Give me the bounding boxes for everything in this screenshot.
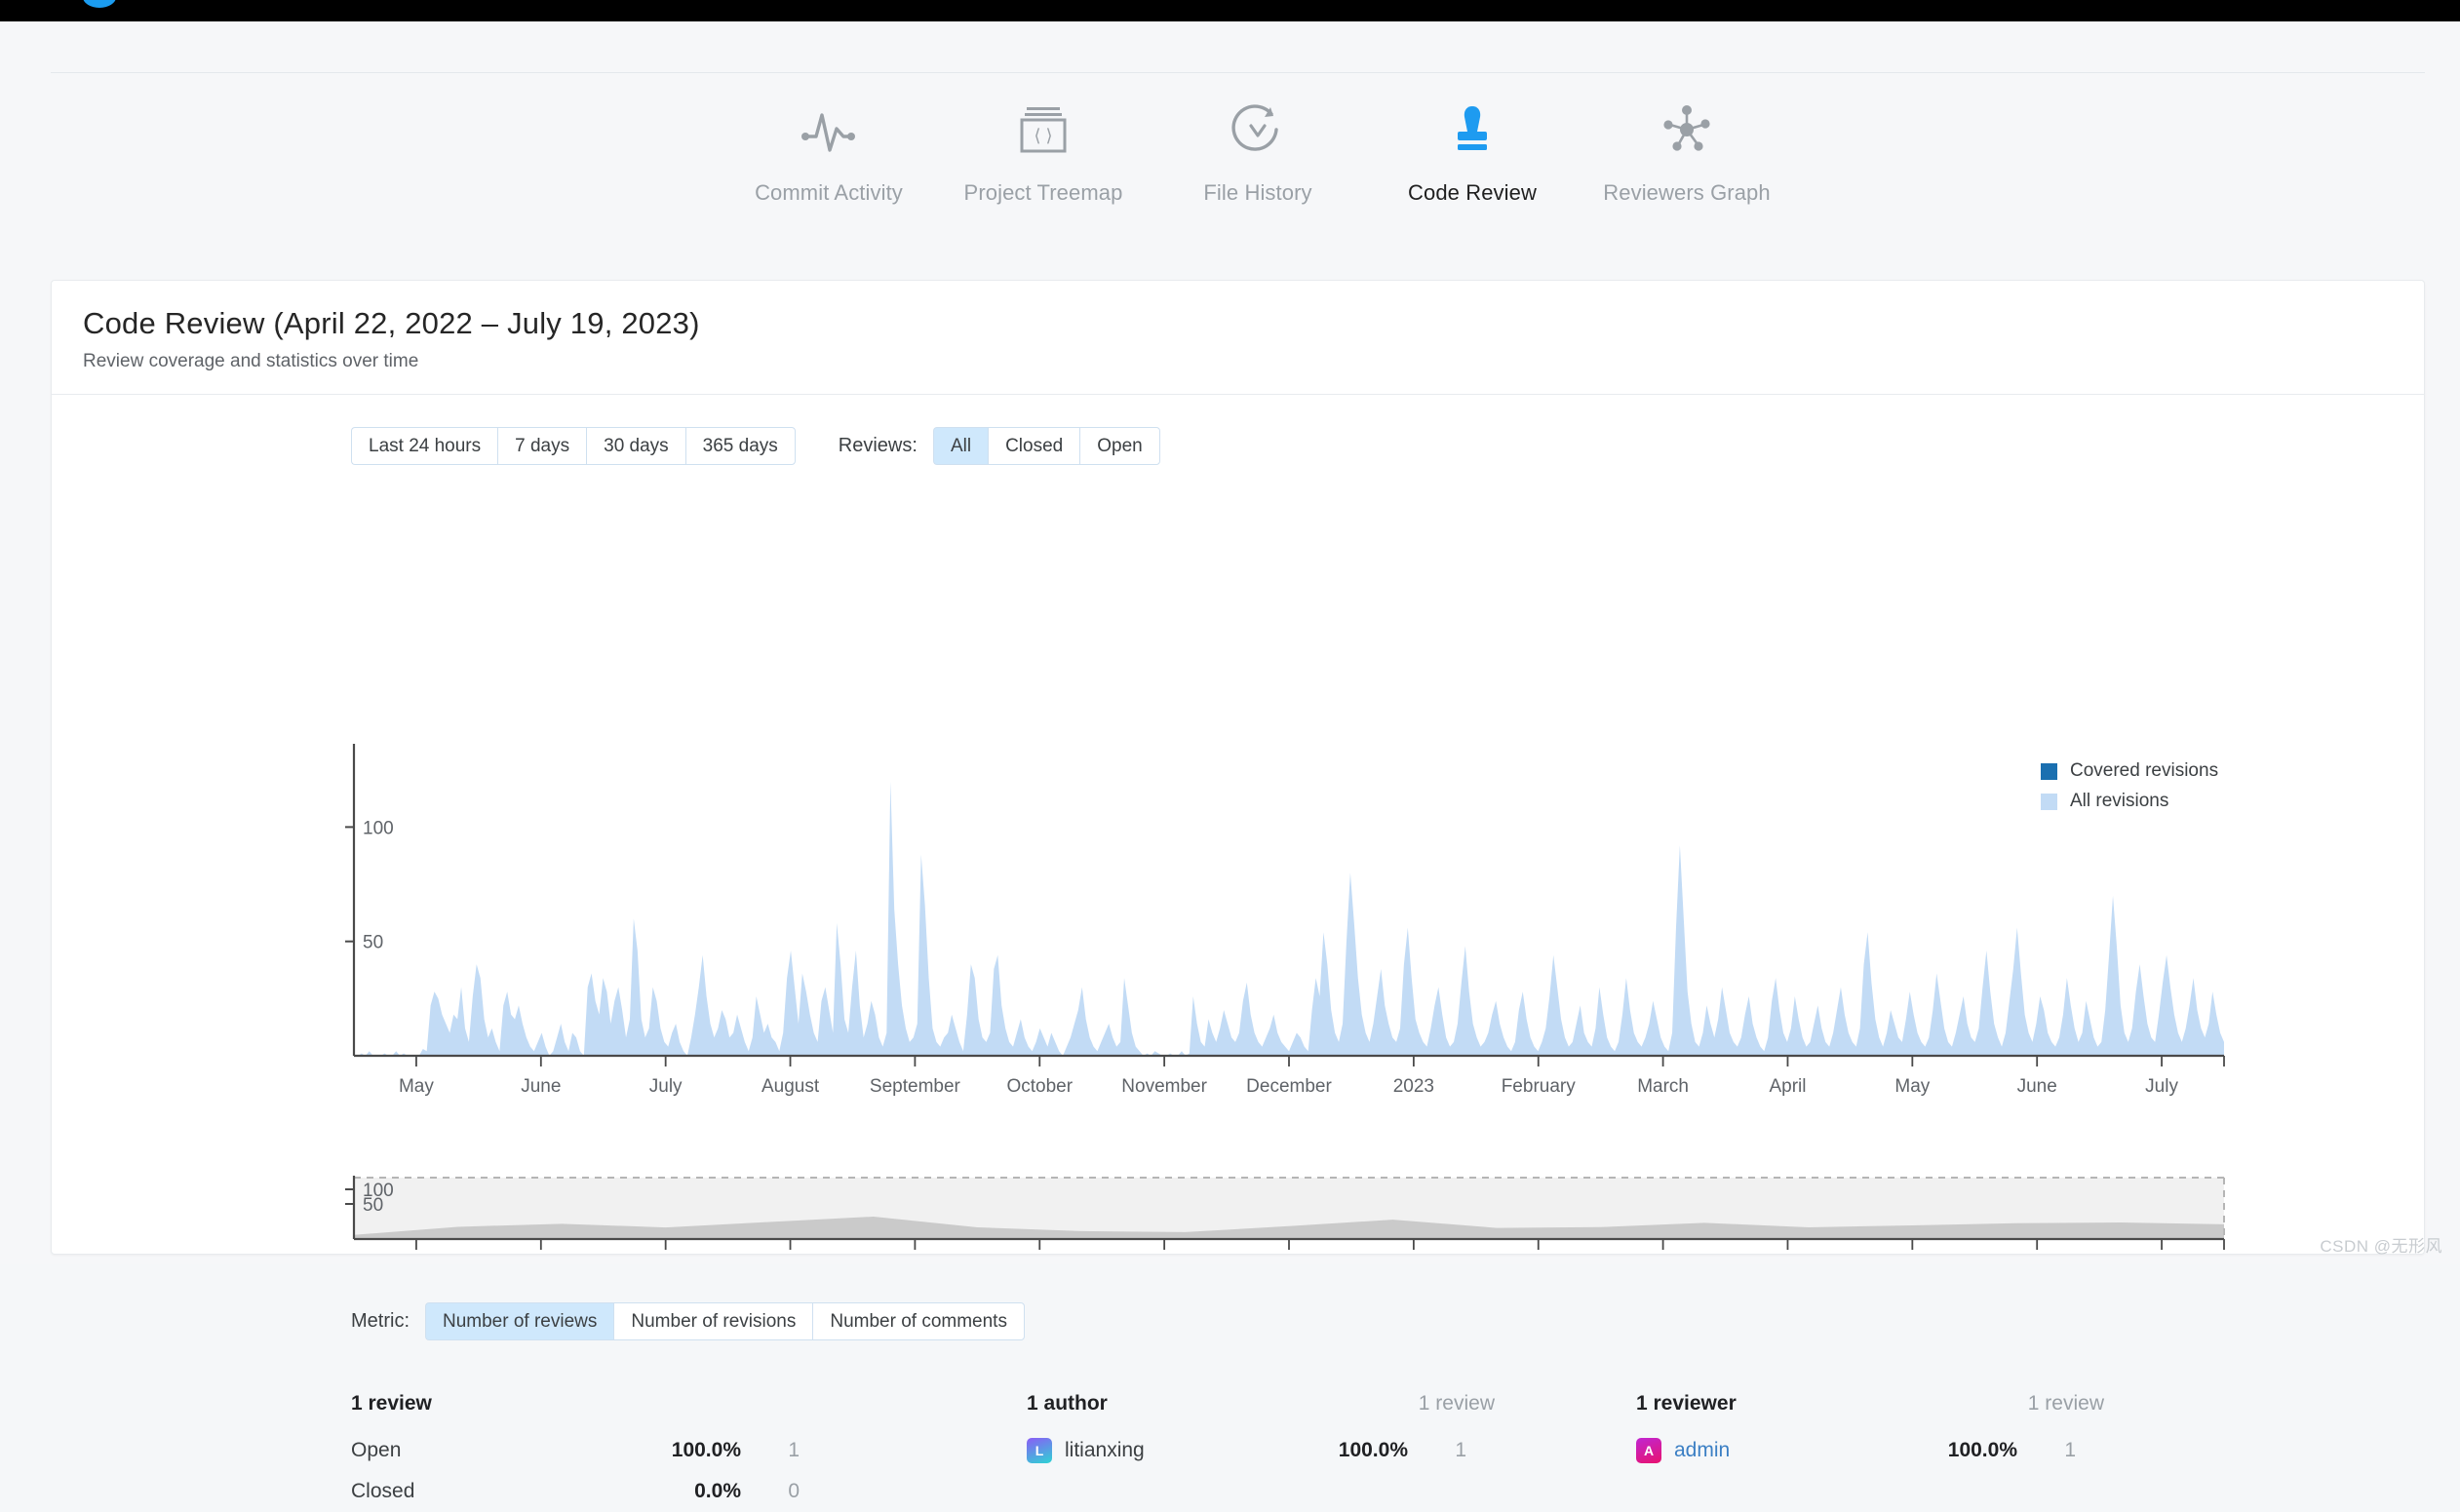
stat-row-author[interactable]: L litianxing 100.0% 1 [1027, 1430, 1495, 1471]
stat-row-percent: 100.0% [1947, 1439, 2017, 1461]
minimap-y-axis-tick-label: 50 [363, 1195, 383, 1216]
stat-row-count: 1 [788, 1439, 800, 1461]
metric-button-number-of-comments[interactable]: Number of comments [812, 1302, 1025, 1340]
tab-commit-activity[interactable]: Commit Activity [722, 95, 936, 206]
stat-column-reviewers: 1 reviewer 1 review A admin 100.0% 1 [1636, 1392, 2104, 1471]
stat-row-count: 1 [1455, 1439, 1466, 1461]
code-review-card: Code Review (April 22, 2022 – July 19, 2… [51, 280, 2426, 1502]
stat-row-reviewer[interactable]: A admin 100.0% 1 [1636, 1430, 2104, 1471]
tab-project-treemap[interactable]: ⟨ ⟩ Project Treemap [936, 95, 1151, 206]
tab-code-review[interactable]: Code Review [1365, 95, 1580, 206]
svg-text:⟨ ⟩: ⟨ ⟩ [1034, 126, 1052, 145]
stat-row-percent: 100.0% [1338, 1439, 1408, 1461]
tab-file-history[interactable]: File History [1151, 95, 1365, 206]
stat-subheading: 1 review [1418, 1392, 1495, 1415]
stat-row-closed[interactable]: Closed 0.0% 0 [351, 1471, 809, 1512]
stat-row-percent: 100.0% [671, 1439, 741, 1461]
stamp-icon [1442, 95, 1503, 165]
stat-row-link[interactable]: admin [1674, 1439, 1920, 1462]
stat-row-label: Open [351, 1439, 402, 1461]
metric-label: Metric: [351, 1310, 410, 1332]
watermark: CSDN @无形风 [2320, 1237, 2442, 1256]
browser-top-bar [0, 0, 2460, 21]
avatar: L [1027, 1438, 1052, 1463]
browser-logo-circle-icon [83, 0, 116, 8]
stat-row-label: litianxing [1065, 1439, 1145, 1461]
tab-label: Commit Activity [755, 180, 903, 205]
stat-column-reviews: 1 review Open 100.0% 1 Closed 0.0% 0 [351, 1392, 809, 1512]
stat-row-percent: 0.0% [694, 1480, 741, 1502]
history-clock-icon [1228, 95, 1288, 165]
stat-row-label: Closed [351, 1480, 415, 1502]
tab-reviewers-graph[interactable]: Reviewers Graph [1580, 95, 1794, 206]
network-graph-icon [1657, 95, 1717, 165]
stat-subheading: 1 review [2027, 1392, 2104, 1415]
timeline-brush-minimap[interactable]: 10050MayJuneJulyAugustSeptemberOctoberNo… [52, 281, 2426, 1256]
code-window-icon: ⟨ ⟩ [1013, 95, 1074, 165]
header-divider [51, 72, 2425, 73]
view-tabs: Commit Activity ⟨ ⟩ Project Treemap File… [722, 95, 1794, 206]
avatar-letter: L [1035, 1443, 1044, 1458]
metric-button-group: Number of reviews Number of revisions Nu… [425, 1302, 1025, 1340]
tab-label: File History [1203, 180, 1312, 205]
tab-label: Project Treemap [963, 180, 1123, 205]
stat-heading: 1 author [1027, 1392, 1108, 1415]
metric-button-number-of-reviews[interactable]: Number of reviews [425, 1302, 614, 1340]
stat-row-count: 1 [2064, 1439, 2076, 1461]
tab-label: Reviewers Graph [1603, 180, 1771, 205]
stat-heading: 1 reviewer [1636, 1392, 1737, 1415]
tab-label: Code Review [1408, 180, 1537, 205]
avatar: A [1636, 1438, 1661, 1463]
metric-controls: Metric: Number of reviews Number of revi… [351, 1302, 1025, 1340]
stat-heading: 1 review [351, 1392, 432, 1415]
pulse-icon [799, 95, 859, 165]
metric-button-number-of-revisions[interactable]: Number of revisions [613, 1302, 813, 1340]
stat-row-open[interactable]: Open 100.0% 1 [351, 1430, 809, 1471]
stat-column-authors: 1 author 1 review L litianxing 100.0% 1 [1027, 1392, 1495, 1471]
page-root: Commit Activity ⟨ ⟩ Project Treemap File… [0, 21, 2460, 1502]
avatar-letter: A [1643, 1443, 1655, 1458]
stat-row-count: 0 [788, 1480, 800, 1502]
